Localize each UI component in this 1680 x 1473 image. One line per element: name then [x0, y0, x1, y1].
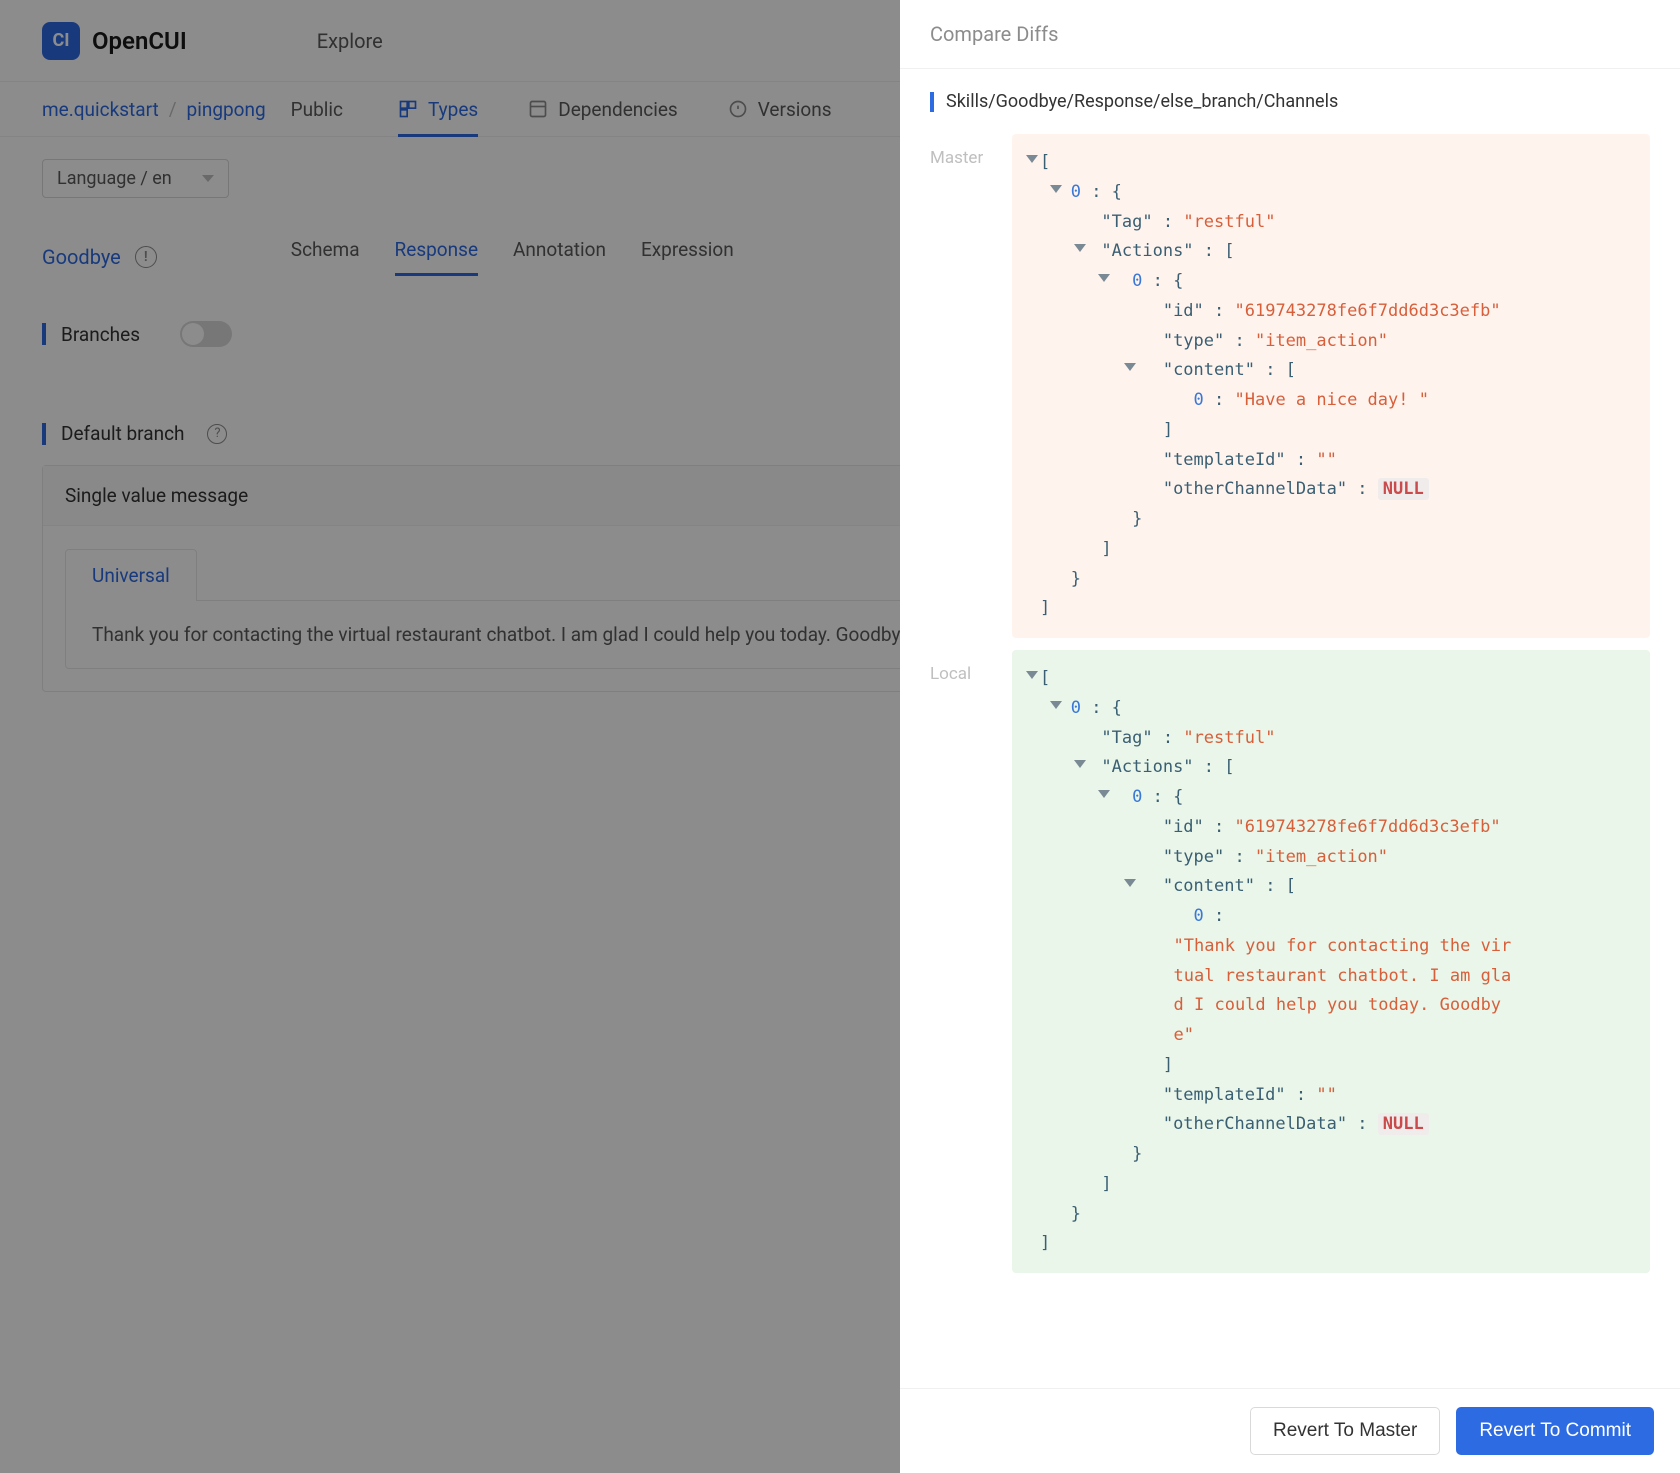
diff-local-label: Local	[930, 650, 994, 1273]
drawer-footer: Revert To Master Revert To Commit	[900, 1388, 1680, 1473]
caret-icon[interactable]	[1098, 274, 1110, 282]
caret-icon[interactable]	[1074, 244, 1086, 252]
caret-icon[interactable]	[1124, 363, 1136, 371]
diff-local-json: [ 0 : { "Tag" : "restful" "Actions" : [ …	[1012, 650, 1650, 1273]
drawer-title: Compare Diffs	[900, 0, 1680, 69]
diff-path-text: Skills/Goodbye/Response/else_branch/Chan…	[946, 91, 1338, 112]
revert-to-master-button[interactable]: Revert To Master	[1250, 1407, 1440, 1455]
caret-icon[interactable]	[1026, 155, 1038, 163]
diff-master-section: Master [ 0 : { "Tag" : "restful" "Action…	[930, 134, 1650, 638]
caret-icon[interactable]	[1124, 879, 1136, 887]
caret-icon[interactable]	[1026, 671, 1038, 679]
caret-icon[interactable]	[1098, 790, 1110, 798]
diff-master-json: [ 0 : { "Tag" : "restful" "Actions" : [ …	[1012, 134, 1650, 638]
diff-path: Skills/Goodbye/Response/else_branch/Chan…	[930, 91, 1650, 112]
caret-icon[interactable]	[1050, 185, 1062, 193]
diff-local-section: Local [ 0 : { "Tag" : "restful" "Actions…	[930, 650, 1650, 1273]
caret-icon[interactable]	[1050, 701, 1062, 709]
diff-master-label: Master	[930, 134, 994, 638]
caret-icon[interactable]	[1074, 760, 1086, 768]
section-bar-icon	[930, 92, 934, 112]
diff-drawer: Compare Diffs Skills/Goodbye/Response/el…	[900, 0, 1680, 1473]
drawer-body: Skills/Goodbye/Response/else_branch/Chan…	[900, 69, 1680, 1388]
revert-to-commit-button[interactable]: Revert To Commit	[1456, 1407, 1654, 1455]
